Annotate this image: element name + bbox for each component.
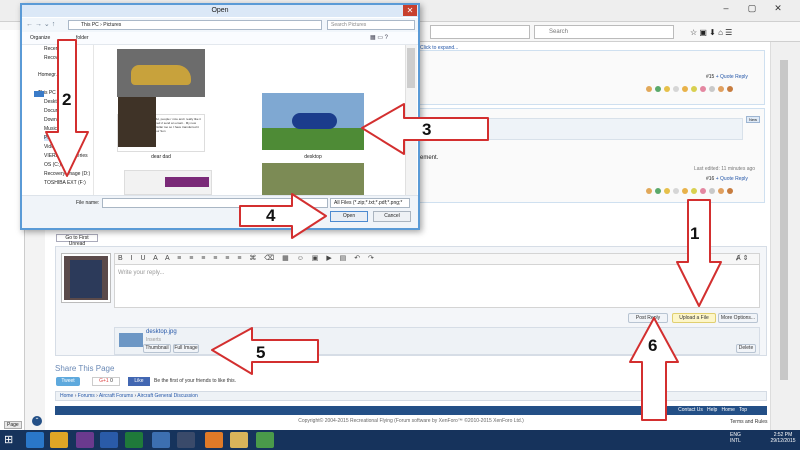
annotation-label-6: 6 bbox=[648, 336, 658, 355]
arrow-4 bbox=[239, 193, 327, 239]
annotation-label-5: 5 bbox=[256, 343, 266, 362]
arrow-1 bbox=[676, 199, 722, 307]
annotation-label-3: 3 bbox=[422, 120, 432, 139]
annotation-label-1: 1 bbox=[690, 224, 700, 243]
arrow-6 bbox=[629, 317, 679, 421]
annotation-overlay bbox=[45, 39, 722, 421]
annotation-label-2: 2 bbox=[62, 90, 72, 109]
annotation-label-4: 4 bbox=[266, 206, 276, 225]
